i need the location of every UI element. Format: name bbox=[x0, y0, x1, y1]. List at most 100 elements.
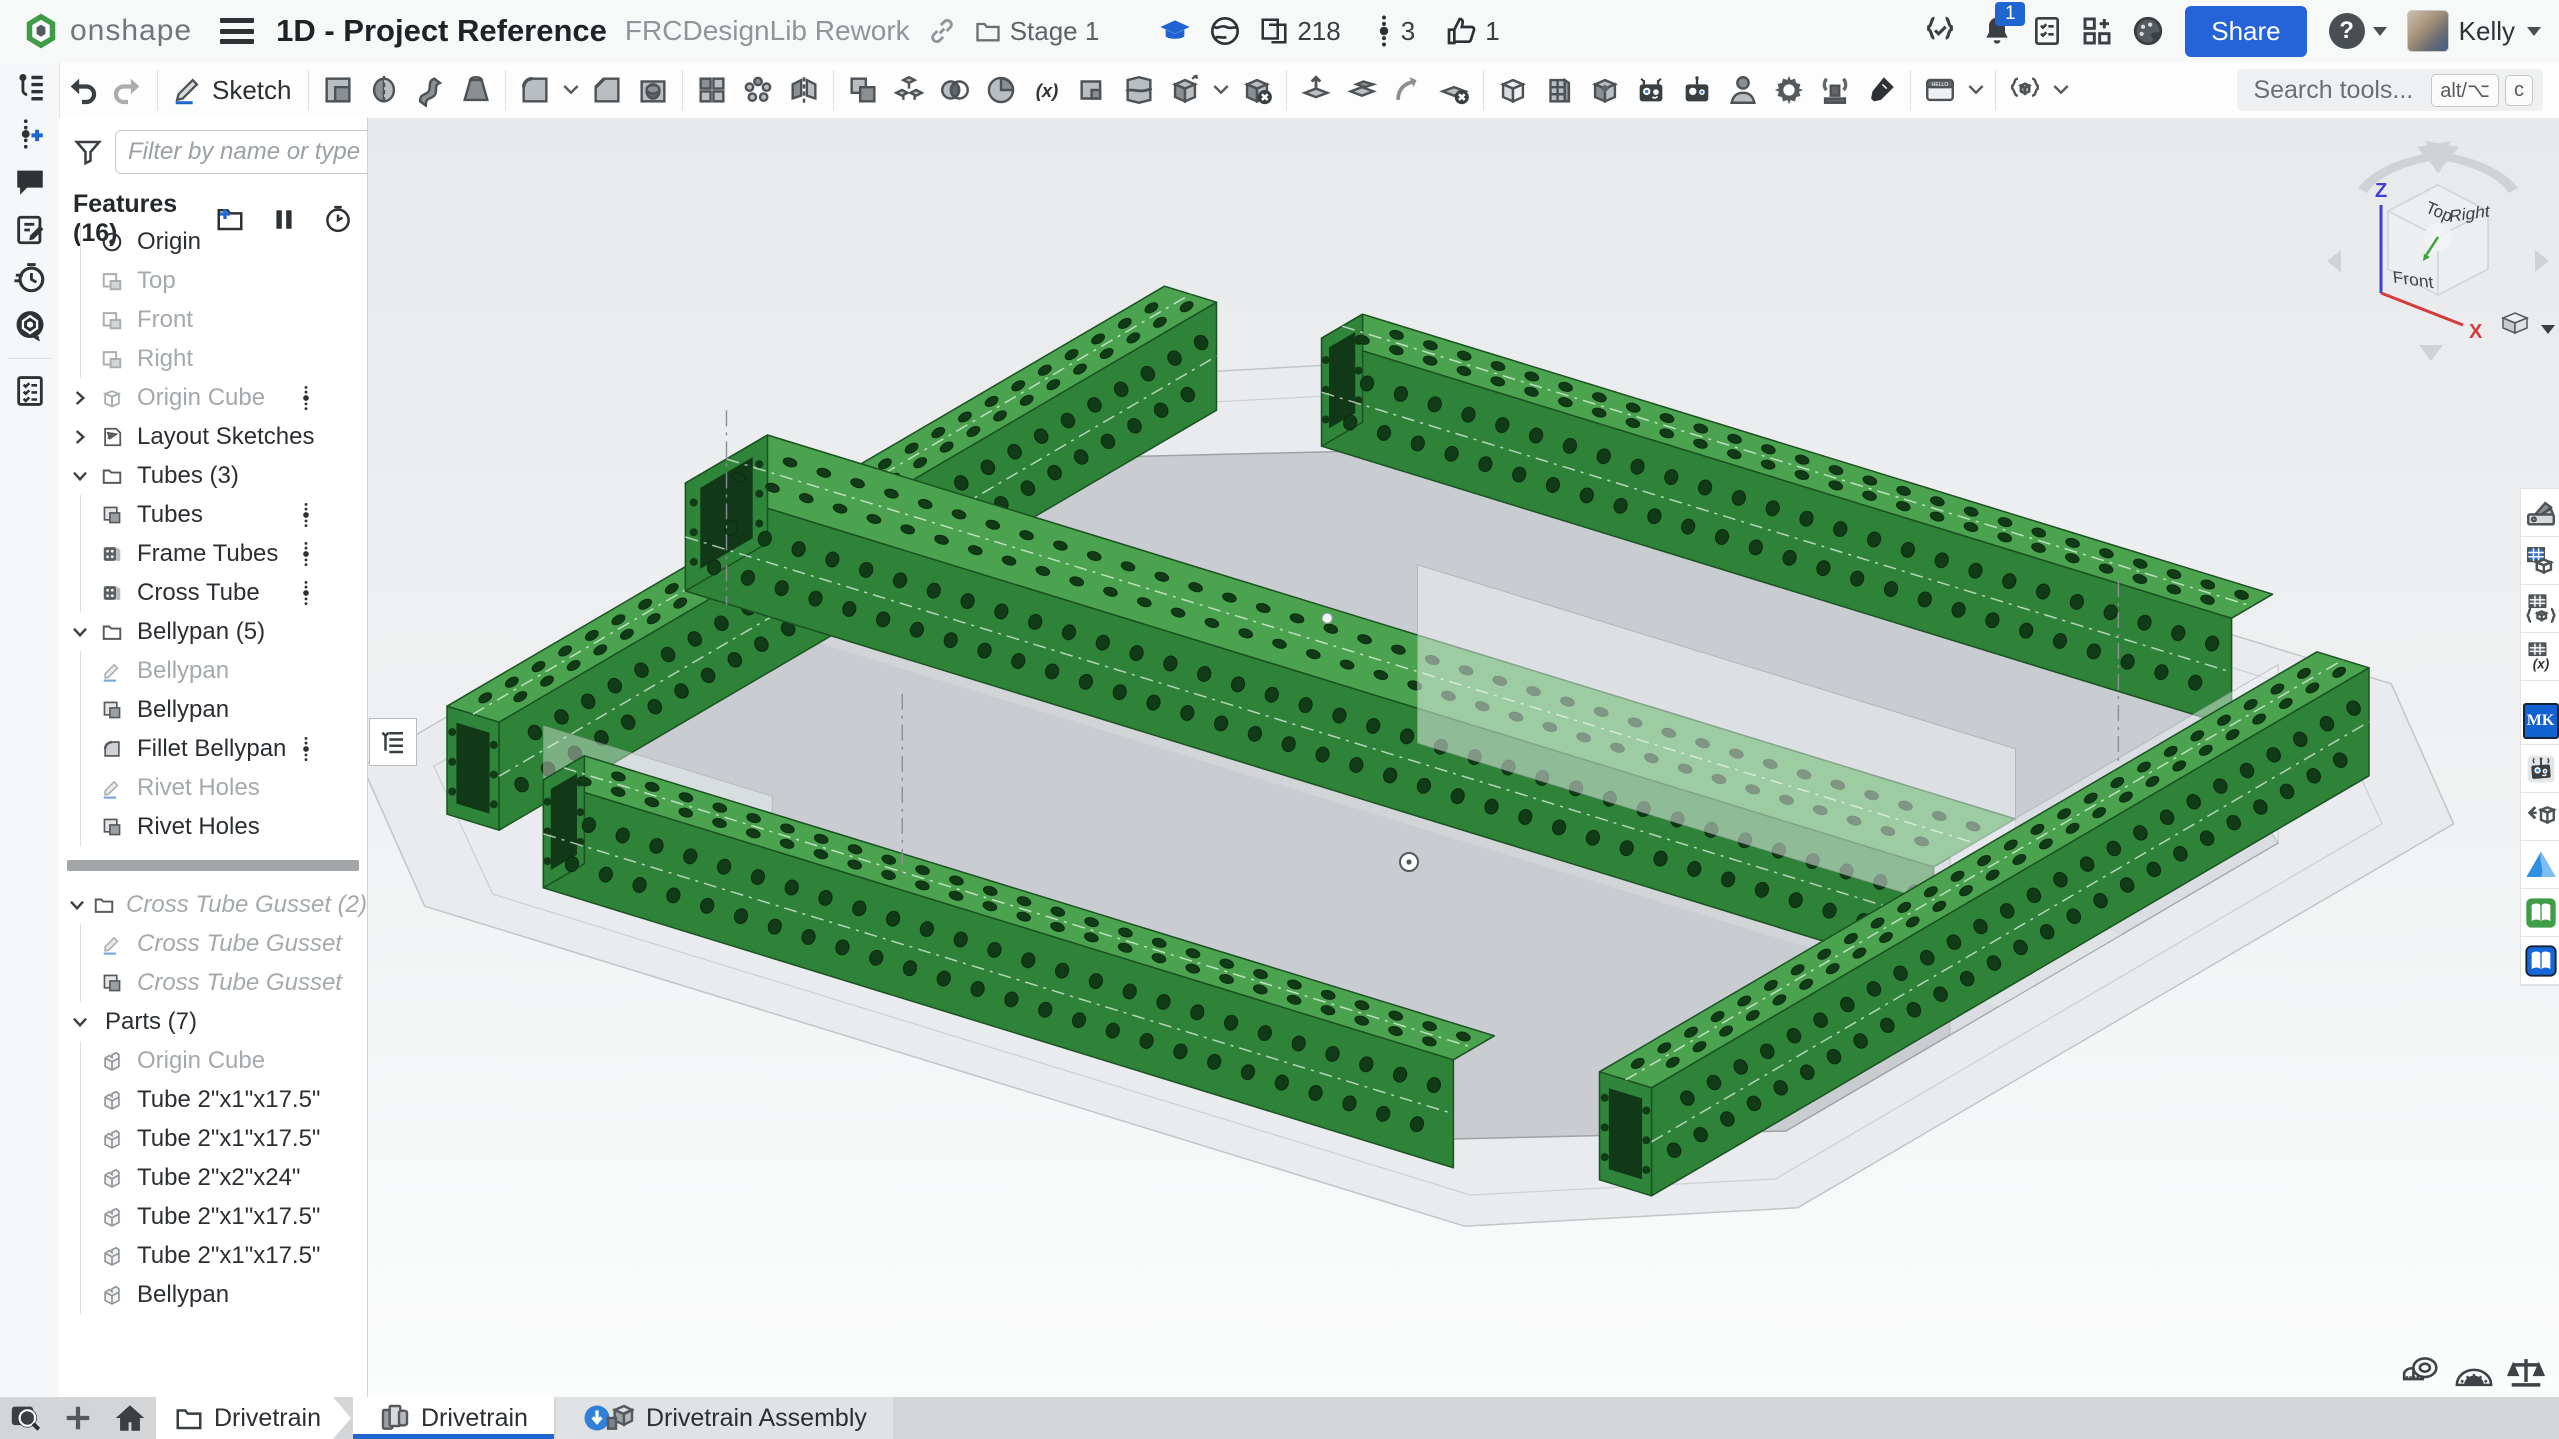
app-triangle-app-icon[interactable] bbox=[2521, 841, 2559, 889]
feature-row[interactable]: Origin bbox=[59, 222, 367, 261]
tool-delete-icon[interactable] bbox=[1234, 67, 1280, 113]
panel-config-variable-icon[interactable]: (x) bbox=[2521, 633, 2559, 681]
feature-row[interactable]: Cross Tube Gusset bbox=[59, 963, 367, 1002]
feature-row[interactable]: Frame Tubes bbox=[59, 534, 367, 573]
panel-config-braces-icon[interactable] bbox=[2521, 585, 2559, 633]
tool-boolean-icon[interactable] bbox=[840, 67, 886, 113]
feature-row[interactable]: Cross Tube Gusset (2) bbox=[59, 885, 367, 924]
tab-assembly[interactable]: Drivetrain Assembly bbox=[556, 1397, 893, 1439]
feature-row[interactable]: Layout Sketches bbox=[59, 417, 367, 456]
feature-row[interactable]: Tube 2"x1"x17.5" bbox=[59, 1119, 367, 1158]
app-book-blue-icon[interactable] bbox=[2521, 937, 2559, 985]
tool-helix-icon[interactable] bbox=[978, 67, 1024, 113]
tool-intersect-icon[interactable] bbox=[932, 67, 978, 113]
feature-row[interactable]: Tube 2"x1"x17.5" bbox=[59, 1197, 367, 1236]
filter-input[interactable]: Filter by name or type bbox=[115, 130, 373, 174]
tool-robot-a-icon[interactable] bbox=[1628, 67, 1674, 113]
tool-chamfer-icon[interactable] bbox=[584, 67, 630, 113]
tool-fillet-icon[interactable] bbox=[512, 67, 558, 113]
theme-palette-icon[interactable] bbox=[2131, 14, 2165, 48]
app-book-green-icon[interactable] bbox=[2521, 889, 2559, 937]
tool-redo-icon[interactable] bbox=[105, 67, 151, 113]
feature-row[interactable]: Tube 2"x1"x17.5" bbox=[59, 1236, 367, 1275]
configured-dots-icon[interactable] bbox=[301, 580, 311, 606]
tool-sm-remove-icon[interactable] bbox=[1431, 67, 1477, 113]
link-icon[interactable] bbox=[928, 17, 956, 45]
rail-notes-icon[interactable] bbox=[0, 206, 59, 254]
chevron-down-icon[interactable] bbox=[65, 897, 90, 913]
tool-revolve-icon[interactable] bbox=[361, 67, 407, 113]
tool-loft-icon[interactable] bbox=[453, 67, 499, 113]
toolbar-caret-icon[interactable] bbox=[558, 67, 584, 113]
tool-marker-icon[interactable] bbox=[1858, 67, 1904, 113]
like-icon[interactable] bbox=[1445, 15, 1477, 47]
tool-undo-icon[interactable] bbox=[59, 67, 105, 113]
feature-row[interactable]: Bellypan (5) bbox=[59, 612, 367, 651]
notifications-bell-icon[interactable]: 1 bbox=[1981, 14, 2013, 48]
tool-hole-icon[interactable] bbox=[630, 67, 676, 113]
toolbar-caret-icon[interactable] bbox=[1208, 67, 1234, 113]
tool-robot-b-icon[interactable] bbox=[1674, 67, 1720, 113]
tool-nametag-icon[interactable]: HELLO bbox=[1917, 67, 1963, 113]
tab-part-studio[interactable]: Drivetrain bbox=[353, 1397, 554, 1439]
rail-comments-icon[interactable] bbox=[0, 158, 59, 206]
share-button[interactable]: Share bbox=[2185, 6, 2306, 57]
apps-grid-icon[interactable] bbox=[2081, 15, 2113, 47]
feature-row[interactable]: Cross Tube Gusset bbox=[59, 924, 367, 963]
onshape-logo-icon[interactable] bbox=[22, 12, 60, 50]
featurescript-notices-icon[interactable] bbox=[1923, 14, 1957, 48]
panel-materials-icon[interactable] bbox=[2521, 489, 2559, 537]
mass-properties-icon[interactable] bbox=[2500, 1352, 2552, 1392]
drivetrain-3d-model[interactable] bbox=[368, 118, 2559, 1397]
tool-split-icon[interactable] bbox=[1116, 67, 1162, 113]
feature-panel-flyout-button[interactable] bbox=[369, 718, 417, 766]
feature-row[interactable]: Top bbox=[59, 261, 367, 300]
chevron-down-icon[interactable] bbox=[65, 1014, 95, 1030]
user-menu-caret-icon[interactable] bbox=[2527, 27, 2541, 36]
tool-sm-bend-icon[interactable] bbox=[1385, 67, 1431, 113]
app-robot-lib-icon[interactable] bbox=[2521, 745, 2559, 793]
new-tab-button[interactable] bbox=[52, 1397, 104, 1439]
tool-sketch-cube-icon[interactable] bbox=[2002, 67, 2048, 113]
tool-transform-icon[interactable] bbox=[1162, 67, 1208, 113]
toolbar-caret-icon[interactable] bbox=[2048, 67, 2074, 113]
tool-robot-claw-icon[interactable] bbox=[1812, 67, 1858, 113]
feature-row[interactable]: Tubes (3) bbox=[59, 456, 367, 495]
tool-tri-cubes-icon[interactable] bbox=[886, 67, 932, 113]
sketch-tool-label[interactable]: Sketch bbox=[212, 75, 292, 106]
user-name[interactable]: Kelly bbox=[2459, 16, 2515, 47]
tool-extrude-icon[interactable] bbox=[315, 67, 361, 113]
rollback-bar[interactable] bbox=[59, 846, 367, 885]
feature-row[interactable]: Right bbox=[59, 339, 367, 378]
configured-dots-icon[interactable] bbox=[301, 502, 311, 528]
rail-feature-list-icon[interactable] bbox=[0, 62, 59, 110]
rail-community-icon[interactable] bbox=[0, 302, 59, 350]
feature-row[interactable]: Parts (7) bbox=[59, 1002, 367, 1041]
configured-dots-icon[interactable] bbox=[301, 385, 311, 411]
versions-icon[interactable] bbox=[1375, 14, 1393, 48]
user-avatar[interactable] bbox=[2407, 10, 2449, 52]
feature-row[interactable]: Front bbox=[59, 300, 367, 339]
learning-cap-icon[interactable] bbox=[1159, 15, 1191, 47]
tool-sm-tab-icon[interactable] bbox=[1339, 67, 1385, 113]
folder-icon[interactable] bbox=[974, 17, 1002, 45]
tool-sketch-icon[interactable] bbox=[164, 67, 210, 113]
app-insert-part-icon[interactable] bbox=[2521, 793, 2559, 841]
tool-sm-flange-icon[interactable] bbox=[1293, 67, 1339, 113]
chevron-right-icon[interactable] bbox=[65, 429, 95, 445]
tool-mirror-icon[interactable] bbox=[781, 67, 827, 113]
configured-dots-icon[interactable] bbox=[301, 736, 311, 762]
graphics-viewport[interactable]: TopFrontRightZX bbox=[368, 118, 2559, 1397]
feature-row[interactable]: Rivet Holes bbox=[59, 768, 367, 807]
rail-create-version-icon[interactable] bbox=[0, 110, 59, 158]
tool-variable-icon[interactable]: (x) bbox=[1024, 67, 1070, 113]
chevron-right-icon[interactable] bbox=[65, 390, 95, 406]
public-globe-icon[interactable] bbox=[1209, 15, 1241, 47]
view-cube[interactable]: TopFrontRightZX bbox=[2313, 133, 2559, 373]
tasks-icon[interactable] bbox=[2031, 14, 2063, 48]
feature-row[interactable]: Cross Tube bbox=[59, 573, 367, 612]
feature-row[interactable]: Rivet Holes bbox=[59, 807, 367, 846]
configured-dots-icon[interactable] bbox=[301, 541, 311, 567]
filter-funnel-icon[interactable] bbox=[73, 137, 103, 167]
help-caret-icon[interactable] bbox=[2373, 27, 2387, 36]
